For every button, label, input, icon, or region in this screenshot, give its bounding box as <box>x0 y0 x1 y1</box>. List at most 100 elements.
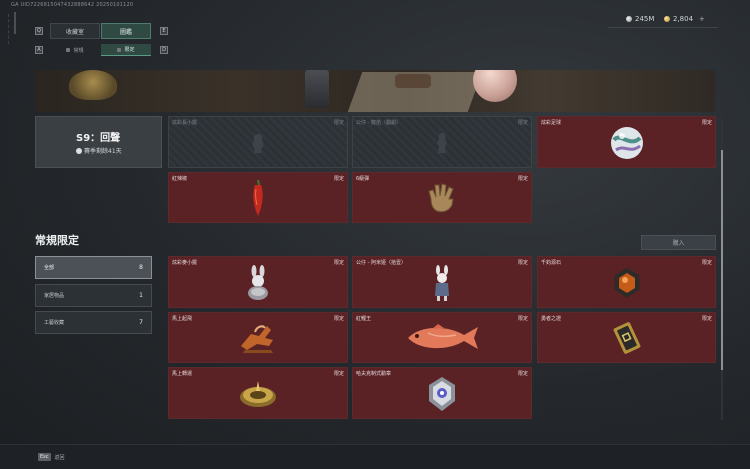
season-panel: S9：回聲 賽季剩餘41天 <box>35 116 162 168</box>
silver-value: 245M <box>635 15 655 23</box>
filter-label: 工藝收藏 <box>44 320 65 326</box>
regular-card-5[interactable]: 紅鯉王 限定 <box>352 312 532 363</box>
bottom-bar <box>0 444 750 469</box>
card-name: 炫彩足球 <box>541 120 562 126</box>
card-tag: 限定 <box>333 371 344 377</box>
season-card-1[interactable]: 炫彩長小擺 限定 <box>168 116 348 168</box>
glove-icon <box>428 183 454 213</box>
scrollbar-thumb[interactable] <box>721 150 723 370</box>
add-currency-icon[interactable]: + <box>699 15 705 23</box>
bunny-figurine-icon <box>248 265 268 300</box>
filter-household[interactable]: 家居物品 1 <box>35 284 152 307</box>
carp-fish-icon <box>408 324 478 350</box>
filter-count: 8 <box>139 264 143 271</box>
season-remaining: 賽季剩餘41天 <box>76 146 122 155</box>
figure-image <box>305 70 329 108</box>
boots-image <box>395 74 431 88</box>
card-name: 馬上起飛 <box>172 316 193 322</box>
side-decoration <box>14 12 16 34</box>
card-name: 千鈞源石 <box>541 260 562 266</box>
card-name: 勇者之證 <box>541 316 562 322</box>
card-tag: 限定 <box>701 260 712 266</box>
user-uid: GA UID7226815047432888642 20250101120 <box>11 2 134 8</box>
back-hint[interactable]: Esc 返回 <box>38 453 65 461</box>
regular-icon <box>66 48 71 52</box>
key-e-hint[interactable]: E <box>160 27 168 35</box>
marble-ball-icon <box>610 127 643 159</box>
filter-label: 全部 <box>44 265 55 271</box>
card-name: 炫彩長小擺 <box>172 120 198 126</box>
season-banner-image <box>35 70 715 112</box>
filter-crafts[interactable]: 工藝收藏 7 <box>35 311 152 334</box>
section-title: 常規限定 <box>35 234 79 247</box>
red-pepper-icon <box>253 180 263 217</box>
regular-card-7[interactable]: 馬上轉運 限定 <box>168 367 348 419</box>
card-name: 紅辣椒 <box>172 176 188 182</box>
card-tag: 限定 <box>701 316 712 322</box>
card-tag: 限定 <box>517 260 528 266</box>
esc-key[interactable]: Esc <box>38 453 51 461</box>
side-decoration-dashed <box>8 14 9 44</box>
locked-silhouette-icon <box>252 134 264 153</box>
card-name: 公仔 - 龍焰（戲劇） <box>356 120 401 126</box>
card-name: 炫彩麥小擺 <box>172 260 198 266</box>
card-tag: 限定 <box>517 371 528 377</box>
gold-value: 2,804 <box>673 15 694 23</box>
season-card-4[interactable]: 紅辣椒 限定 <box>168 172 348 223</box>
tab-catalog[interactable]: 圖鑑 <box>101 23 151 39</box>
regular-card-8[interactable]: 哈夫克制式勳章 限定 <box>352 367 532 419</box>
key-q-hint[interactable]: Q <box>35 27 43 35</box>
regular-card-1[interactable]: 炫彩麥小擺 限定 <box>168 256 348 308</box>
card-tag: 限定 <box>517 316 528 322</box>
card-tag: 限定 <box>333 176 344 182</box>
card-tag: 限定 <box>701 120 712 126</box>
limited-icon <box>117 47 122 52</box>
tab-limited[interactable]: 限定 <box>101 44 151 56</box>
regular-card-4[interactable]: 馬上起飛 限定 <box>168 312 348 363</box>
dragon-statue-image <box>69 70 117 100</box>
season-card-2[interactable]: 公仔 - 龍焰（戲劇） 限定 <box>352 116 532 168</box>
key-a-hint[interactable]: A <box>35 46 43 54</box>
card-name: 馬上轉運 <box>172 371 193 377</box>
orb-image <box>473 70 517 102</box>
amber-stone-icon <box>613 268 640 298</box>
season-card-3[interactable]: 炫彩足球 限定 <box>537 116 716 168</box>
key-d-hint[interactable]: D <box>160 46 168 54</box>
season-remaining-text: 賽季剩餘41天 <box>84 148 122 155</box>
regular-card-2[interactable]: 公仔 - 阿米娅（拾壹） 限定 <box>352 256 532 308</box>
currency-divider <box>608 27 718 28</box>
clock-icon <box>76 147 82 154</box>
filter-label: 家居物品 <box>44 293 65 299</box>
card-name: 6級彈 <box>356 176 370 182</box>
buy-button[interactable]: 購入 <box>641 235 716 250</box>
tab-regular[interactable]: 常規 <box>50 44 100 56</box>
compass-icon <box>240 381 276 407</box>
season-card-5[interactable]: 6級彈 限定 <box>352 172 532 223</box>
gold-coin-icon <box>664 16 670 22</box>
card-tag: 限定 <box>517 120 528 126</box>
currency-silver: 245M <box>626 15 654 23</box>
filter-all[interactable]: 全部 8 <box>35 256 152 279</box>
regular-card-3[interactable]: 千鈞源石 限定 <box>537 256 716 308</box>
card-tag: 限定 <box>333 120 344 126</box>
card-name: 公仔 - 阿米娅（拾壹） <box>356 260 406 266</box>
tab-regular-label: 常規 <box>73 47 84 54</box>
bunny-figure-icon <box>435 265 449 301</box>
locked-silhouette-icon <box>437 133 447 153</box>
card-tag: 限定 <box>517 176 528 182</box>
filter-count: 1 <box>139 292 143 299</box>
card-tag: 限定 <box>333 260 344 266</box>
card-name: 紅鯉王 <box>356 316 372 322</box>
medal-badge-icon <box>429 377 455 411</box>
currency-gold[interactable]: 2,804 + <box>664 15 705 23</box>
back-label: 返回 <box>54 454 65 461</box>
silver-coin-icon <box>626 16 632 22</box>
golden-plaque-icon <box>613 322 640 355</box>
filter-count: 7 <box>139 319 143 326</box>
tab-limited-label: 限定 <box>124 47 135 53</box>
tab-collection-room[interactable]: 收藏室 <box>50 23 100 39</box>
flying-horse-icon <box>241 325 273 354</box>
card-tag: 限定 <box>333 316 344 322</box>
card-name: 哈夫克制式勳章 <box>356 371 392 377</box>
regular-card-6[interactable]: 勇者之證 限定 <box>537 312 716 363</box>
